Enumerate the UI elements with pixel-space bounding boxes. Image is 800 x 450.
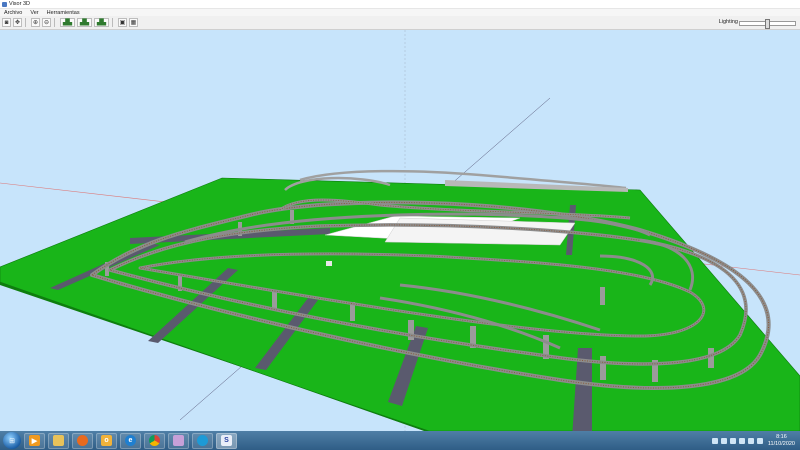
app-icon <box>2 1 7 7</box>
menu-herramientas[interactable]: Herramientas <box>43 10 84 16</box>
window-title: Visor 3D <box>9 1 30 7</box>
taskbar-paint[interactable] <box>168 432 189 449</box>
taskbar-file-explorer[interactable] <box>48 432 69 449</box>
taskbar: ⊞ ▶ o e S 8:16 11/10/2020 <box>0 431 800 450</box>
menu-archivo[interactable]: Archivo <box>0 10 26 16</box>
menu-ver[interactable]: Ver <box>26 10 42 16</box>
tray-icon[interactable] <box>738 437 745 444</box>
tray-icon[interactable] <box>711 437 718 444</box>
toolbar: ◙ ✥ ⊕ ⊖ ▟▙ ▟▙ ▟▙ ▣ ▦ Lighting <box>0 16 800 30</box>
ie-icon: e <box>125 435 136 446</box>
taskbar-outlook[interactable]: o <box>96 432 117 449</box>
train-icon[interactable]: ▟▙ <box>94 18 109 27</box>
tray-icon[interactable] <box>720 437 727 444</box>
volume-icon[interactable] <box>756 437 763 444</box>
3d-viewport[interactable] <box>0 30 800 431</box>
fit-icon[interactable]: ▣ <box>118 18 127 27</box>
clock[interactable]: 8:16 11/10/2020 <box>768 434 795 448</box>
lighting-slider-thumb[interactable] <box>765 19 770 29</box>
clock-time: 8:16 <box>776 433 787 440</box>
axes-icon[interactable]: ✥ <box>13 18 22 27</box>
app-s-icon: S <box>221 435 232 446</box>
chrome-icon <box>149 435 160 446</box>
taskbar-internet-explorer[interactable]: e <box>120 432 141 449</box>
system-tray: 8:16 11/10/2020 <box>711 432 798 449</box>
building <box>326 261 332 266</box>
lighting-slider[interactable] <box>739 19 796 29</box>
media-player-icon: ▶ <box>29 435 40 446</box>
3d-scene[interactable] <box>0 30 800 431</box>
taskbar-edge[interactable] <box>192 432 213 449</box>
start-button[interactable]: ⊞ <box>3 432 21 449</box>
camera-icon[interactable]: ◙ <box>2 18 11 27</box>
edge-icon <box>197 435 208 446</box>
network-icon[interactable] <box>747 437 754 444</box>
title-bar: Visor 3D <box>0 0 800 9</box>
train-icon[interactable]: ▟▙ <box>77 18 92 27</box>
outlook-icon: o <box>101 435 112 446</box>
folder-icon <box>53 435 64 446</box>
taskbar-media-player[interactable]: ▶ <box>24 432 45 449</box>
clock-date: 11/10/2020 <box>767 440 795 447</box>
taskbar-chrome[interactable] <box>144 432 165 449</box>
taskbar-app-s[interactable]: S <box>216 432 237 449</box>
menu-bar: Archivo Ver Herramientas <box>0 9 800 16</box>
toolbar-divider <box>54 18 55 27</box>
train-icon[interactable]: ▟▙ <box>60 18 75 27</box>
toolbar-divider <box>112 18 113 27</box>
grid-icon[interactable]: ▦ <box>129 18 138 27</box>
lighting-label: Lighting <box>718 19 738 25</box>
tray-icon[interactable] <box>729 437 736 444</box>
toolbar-divider <box>25 18 26 27</box>
firefox-icon <box>77 435 88 446</box>
zoom-in-icon[interactable]: ⊕ <box>31 18 40 27</box>
taskbar-firefox[interactable] <box>72 432 93 449</box>
paint-icon <box>173 435 184 446</box>
zoom-out-icon[interactable]: ⊖ <box>42 18 51 27</box>
